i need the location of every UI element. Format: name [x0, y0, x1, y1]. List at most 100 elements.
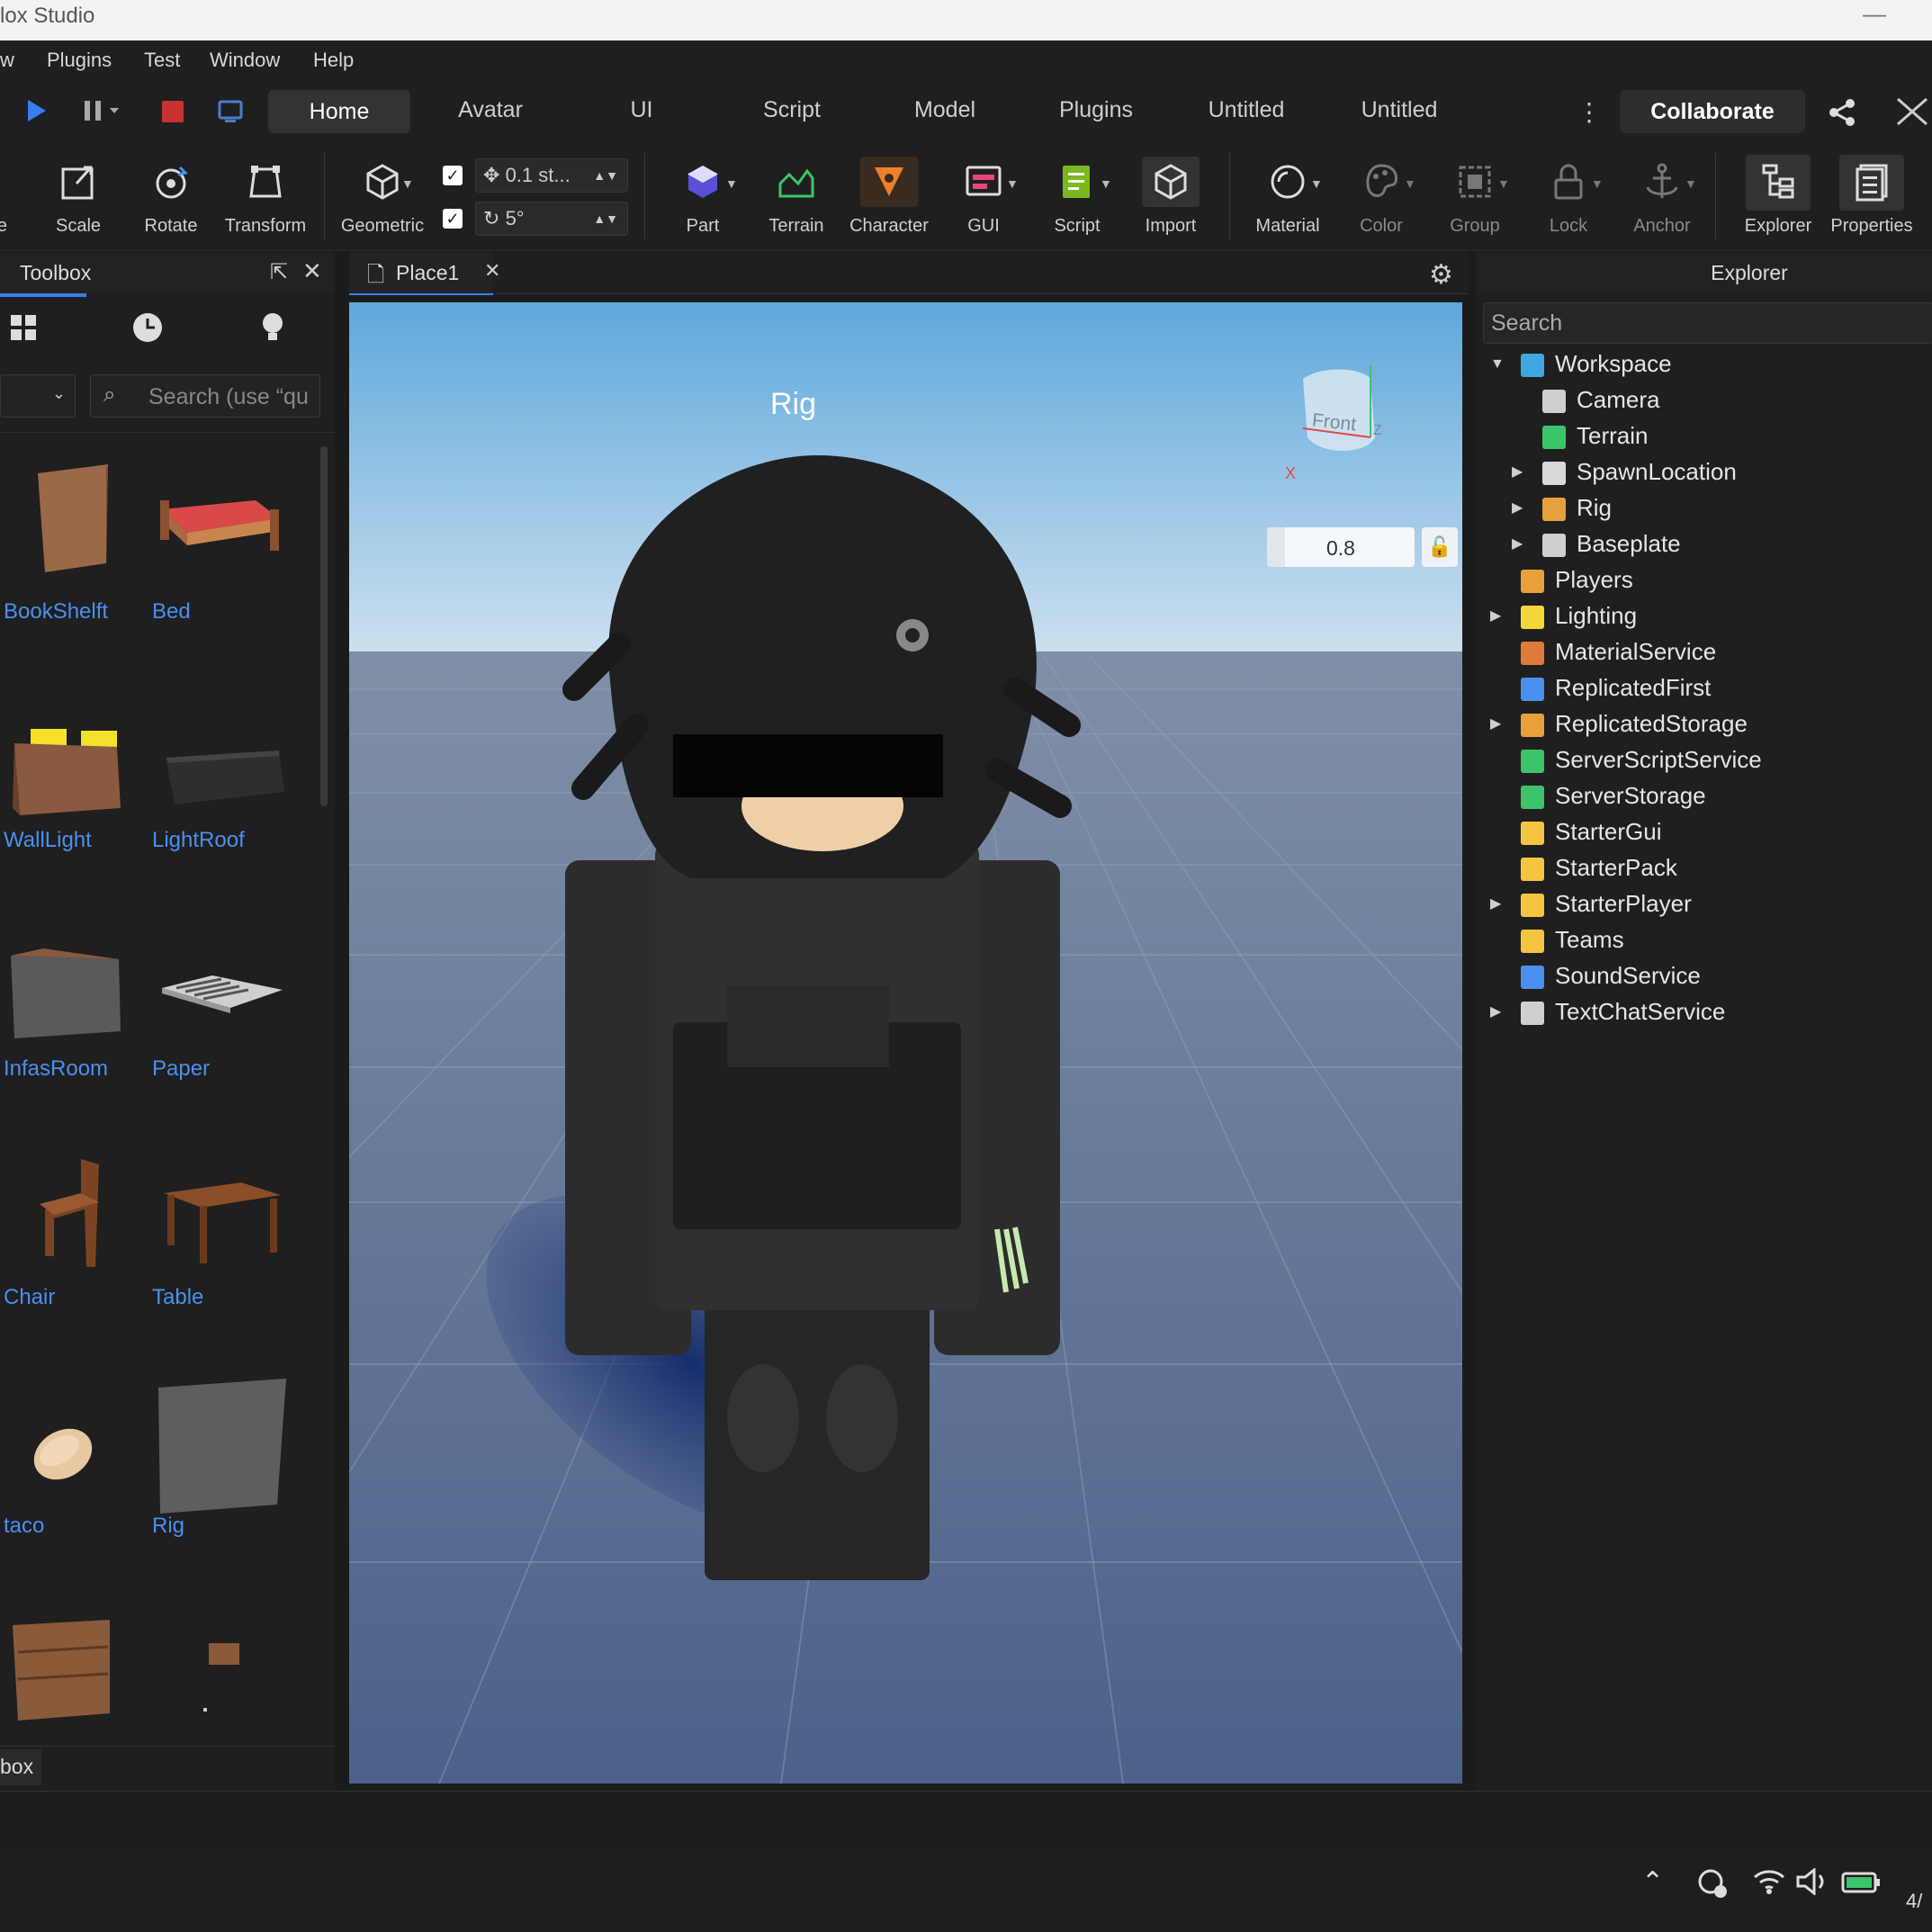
lock-icon[interactable]: 🔓 [1422, 527, 1458, 567]
toolbox-item-lightroof[interactable]: LightRoof [149, 693, 293, 900]
category-dropdown[interactable]: ⌄ [0, 374, 76, 418]
explorer-row-materialservice[interactable]: MaterialService [1476, 634, 1932, 669]
toolbox-item-paper[interactable]: Paper [149, 921, 293, 1128]
tab-ui[interactable]: UI [621, 97, 662, 123]
client-server-icon[interactable] [218, 99, 245, 129]
caret-right-icon[interactable]: ▶ [1512, 490, 1523, 526]
undock-icon[interactable]: ⇱ [270, 259, 288, 285]
gui-icon [966, 166, 1002, 196]
pause-icon[interactable] [83, 99, 119, 127]
tab-plugins[interactable]: Plugins [1049, 97, 1143, 123]
explorer-row-terrain[interactable]: Terrain [1476, 418, 1932, 454]
close-icon[interactable]: ✕ [302, 257, 322, 285]
tab-model[interactable]: Model [900, 97, 990, 123]
explorer-row-players[interactable]: Players [1476, 562, 1932, 598]
wifi-icon[interactable] [1753, 1866, 1785, 1900]
tab-untitled-1[interactable]: Untitled [1197, 97, 1296, 123]
toolbox-item-dresser[interactable] [0, 1607, 144, 1742]
toolbox-item-taco[interactable]: taco [0, 1379, 144, 1586]
caret-right-icon[interactable]: ▶ [1490, 994, 1501, 1030]
stop-icon[interactable] [162, 101, 184, 122]
toolbox-item-bookshelf[interactable]: BookShelft [0, 464, 144, 671]
zoom-value-field[interactable]: 0.8 [1267, 527, 1415, 567]
menu-help[interactable]: Help [313, 49, 354, 72]
rotate-step-field[interactable]: ↻ 5° ▲▼ [475, 202, 628, 236]
explorer-row-soundservice[interactable]: SoundService [1476, 957, 1932, 993]
caret-right-icon[interactable]: ▶ [1490, 886, 1501, 922]
part-dropdown-icon[interactable]: ▼ [725, 176, 738, 191]
caret-down-icon[interactable]: ▼ [1490, 346, 1505, 382]
explorer-row-lighting[interactable]: ▶ Lighting [1476, 598, 1932, 634]
more-vertical-icon[interactable]: ⋮ [1577, 97, 1602, 127]
move-step-field[interactable]: ✥ 0.1 st... ▲▼ [475, 158, 628, 193]
caret-right-icon[interactable]: ▶ [1490, 706, 1501, 742]
explorer-row-startergui[interactable]: StarterGui [1476, 813, 1932, 849]
explorer-row-workspace[interactable]: ▼ Workspace [1476, 346, 1932, 382]
toolbox-bottom-tab[interactable]: box [0, 1749, 41, 1785]
rotate-step-spinner-icon[interactable]: ▲▼ [593, 202, 618, 235]
tab-home[interactable]: Home [268, 90, 410, 133]
3d-scene[interactable]: Rig Front X Z 0.8 🔓 [349, 302, 1462, 1784]
caret-right-icon[interactable]: ▶ [1512, 454, 1523, 490]
toolbox-item-infasroom[interactable]: InfasRoom [0, 921, 144, 1128]
caret-right-icon[interactable]: ▶ [1512, 526, 1523, 562]
group-dropdown-icon[interactable]: ▼ [1497, 176, 1510, 191]
explorer-row-serverstorage[interactable]: ServerStorage [1476, 777, 1932, 813]
toolbox-scrollbar[interactable] [320, 446, 328, 806]
chevron-up-icon[interactable]: ⌃ [1641, 1866, 1664, 1898]
geometric-dropdown-icon[interactable]: ▼ [401, 176, 414, 191]
toolbox-item-chair[interactable]: Chair [0, 1150, 144, 1357]
explorer-row-camera[interactable]: Camera [1476, 382, 1932, 418]
language-icon[interactable] [1697, 1868, 1728, 1903]
view-cube-face-label[interactable]: Front [1311, 410, 1357, 436]
gear-icon[interactable]: ⚙ [1429, 259, 1453, 291]
menu-test[interactable]: Test [144, 49, 180, 72]
explorer-row-baseplate[interactable]: ▶ Baseplate [1476, 526, 1932, 562]
explorer-search-input[interactable]: Search [1483, 302, 1932, 344]
explorer-row-serverscriptservice[interactable]: ServerScriptService [1476, 741, 1932, 777]
explorer-row-teams[interactable]: Teams [1476, 921, 1932, 957]
recent-clock-icon[interactable] [131, 311, 164, 348]
creations-lightbulb-icon[interactable] [261, 311, 284, 348]
share-icon[interactable] [1827, 97, 1857, 132]
toolbox-item-rig[interactable]: Rig [149, 1379, 293, 1586]
anchor-dropdown-icon[interactable]: ▼ [1685, 176, 1697, 191]
move-snap-checkbox[interactable]: ✓ [443, 166, 463, 185]
toolbox-search-input[interactable]: ⌕ Search (use “qu [90, 374, 320, 418]
explorer-row-replicatedstorage[interactable]: ▶ ReplicatedStorage [1476, 705, 1932, 741]
menu-view[interactable]: w [0, 49, 14, 72]
caret-right-icon[interactable]: ▶ [1490, 598, 1501, 634]
toolbox-item-table[interactable]: Table [149, 1150, 293, 1357]
explorer-row-rig[interactable]: ▶ Rig [1476, 490, 1932, 526]
menu-plugins[interactable]: Plugins [47, 49, 112, 72]
collaborate-button[interactable]: Collaborate [1620, 90, 1805, 133]
toolbox-item-walllight[interactable]: WallLight [0, 693, 144, 900]
toolbox-item-small-box[interactable] [149, 1607, 293, 1742]
document-tab-place1[interactable]: 🗋 Place1 ✕ [349, 252, 500, 295]
play-icon[interactable] [25, 97, 49, 129]
explorer-row-replicatedfirst[interactable]: ReplicatedFirst [1476, 669, 1932, 705]
battery-icon[interactable] [1841, 1868, 1881, 1900]
lock-dropdown-icon[interactable]: ▼ [1591, 176, 1604, 191]
minimize-button[interactable]: — [1863, 0, 1886, 28]
gui-dropdown-icon[interactable]: ▼ [1006, 176, 1019, 191]
explorer-row-starterpack[interactable]: StarterPack [1476, 849, 1932, 885]
grid-icon[interactable] [9, 313, 38, 346]
script-dropdown-icon[interactable]: ▼ [1100, 176, 1112, 191]
volume-icon[interactable] [1796, 1866, 1829, 1900]
material-dropdown-icon[interactable]: ▼ [1310, 176, 1323, 191]
move-step-spinner-icon[interactable]: ▲▼ [593, 159, 618, 192]
color-dropdown-icon[interactable]: ▼ [1404, 176, 1416, 191]
explorer-row-spawnlocation[interactable]: ▶ SpawnLocation [1476, 454, 1932, 490]
close-icon[interactable]: ✕ [484, 259, 500, 283]
tab-avatar[interactable]: Avatar [441, 97, 540, 123]
close-window-icon[interactable] [1894, 95, 1930, 132]
toolbox-item-bed[interactable]: Bed [149, 464, 293, 671]
tab-untitled-2[interactable]: Untitled [1350, 97, 1449, 123]
explorer-row-starterplayer[interactable]: ▶ StarterPlayer [1476, 885, 1932, 921]
explorer-row-textchatservice[interactable]: ▶ TextChatService [1476, 993, 1932, 1029]
players-icon [1521, 570, 1544, 594]
menu-window[interactable]: Window [210, 49, 280, 72]
tab-script[interactable]: Script [747, 97, 837, 123]
rotate-snap-checkbox[interactable]: ✓ [443, 209, 463, 229]
